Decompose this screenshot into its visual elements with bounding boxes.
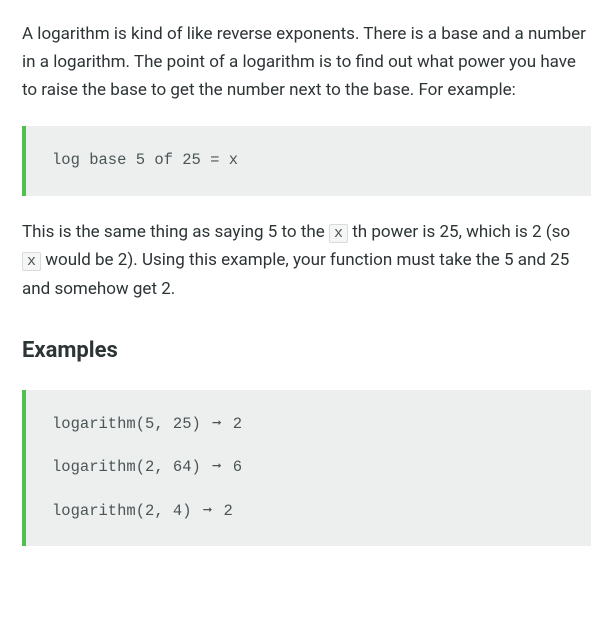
inline-code-x-2: x: [22, 252, 41, 271]
examples-heading: Examples: [22, 333, 591, 369]
explain-text-1: This is the same thing as saying 5 to th…: [22, 222, 329, 242]
example-line: logarithm(5, 25) ➞ 2: [52, 412, 565, 438]
explain-text-2: th power is 25, which is 2 (so: [348, 222, 570, 242]
inline-code-x-1: x: [329, 224, 348, 243]
code-block-definition: log base 5 of 25 = x: [22, 126, 591, 196]
example-result: 6: [233, 458, 242, 476]
explain-text-3: would be 2). Using this example, your fu…: [22, 250, 569, 299]
arrow-icon: ➞: [212, 412, 221, 438]
code-block-examples: logarithm(5, 25) ➞ 2 logarithm(2, 64) ➞ …: [22, 390, 591, 547]
explanation-paragraph: This is the same thing as saying 5 to th…: [22, 218, 591, 304]
example-line: logarithm(2, 64) ➞ 6: [52, 455, 565, 481]
arrow-icon: ➞: [212, 455, 221, 481]
example-call: logarithm(2, 64): [52, 458, 201, 476]
example-call: logarithm(5, 25): [52, 415, 201, 433]
intro-paragraph: A logarithm is kind of like reverse expo…: [22, 20, 591, 104]
example-result: 2: [233, 415, 242, 433]
example-line: logarithm(2, 4) ➞ 2: [52, 499, 565, 525]
example-result: 2: [224, 502, 233, 520]
arrow-icon: ➞: [203, 499, 212, 525]
example-call: logarithm(2, 4): [52, 502, 192, 520]
